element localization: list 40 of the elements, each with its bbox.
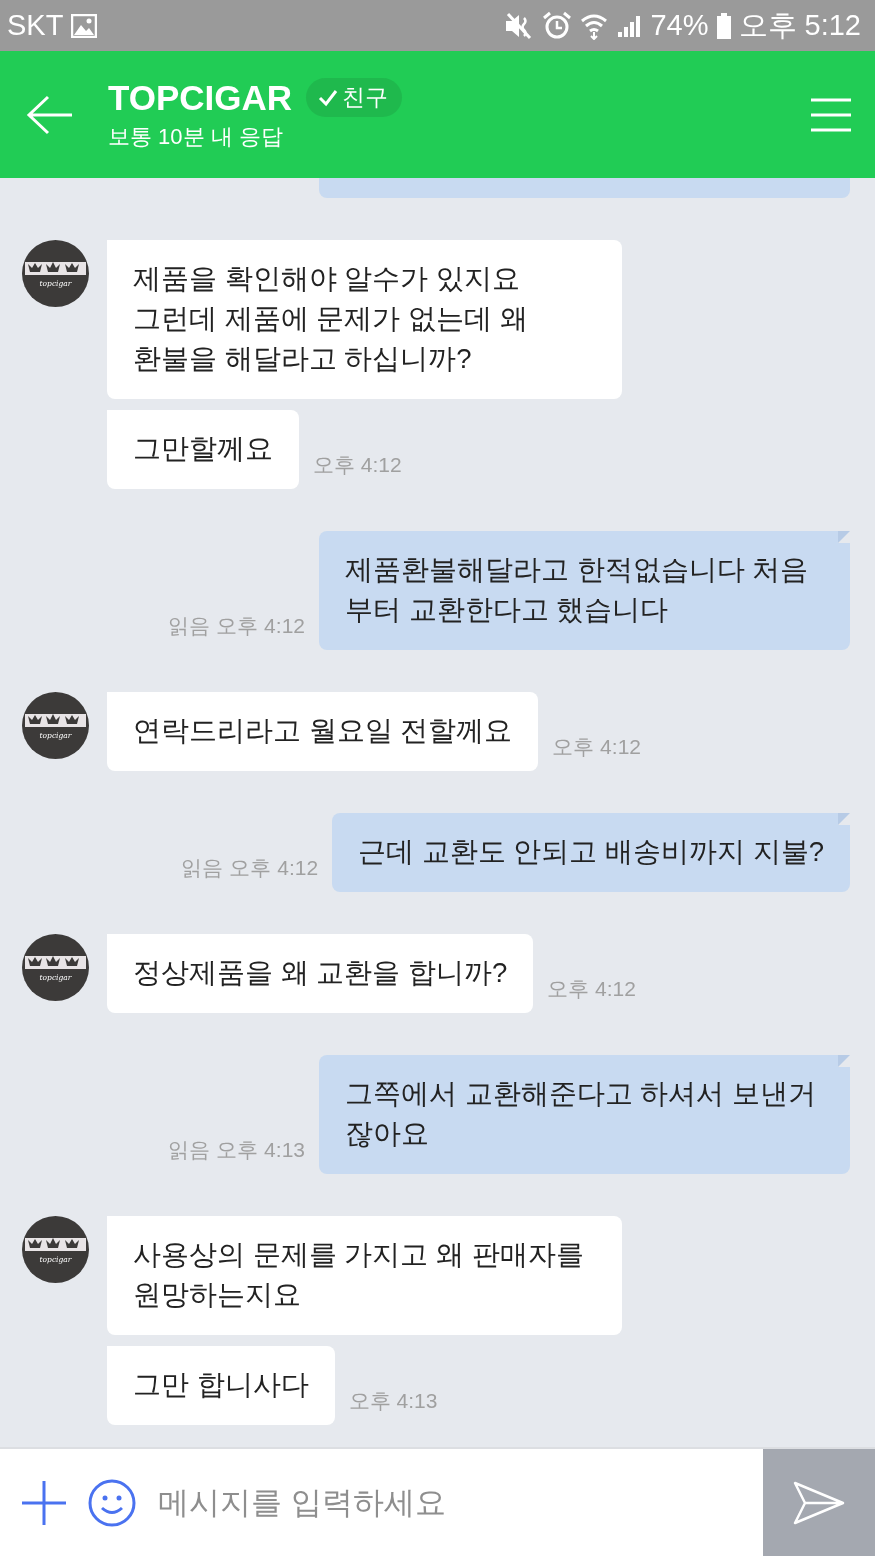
send-button[interactable]: [763, 1449, 875, 1556]
back-button[interactable]: [26, 94, 74, 135]
smiley-icon: [88, 1478, 136, 1527]
message-time: 오후 4:12: [547, 976, 636, 1002]
add-button[interactable]: [22, 1480, 66, 1525]
message-bubble: 근데 교환도 안되고 배송비까지 지불?: [332, 813, 850, 892]
chat-title: TOPCIGAR: [108, 77, 293, 118]
battery-icon: [716, 12, 731, 39]
message-time: 오후 4:13: [216, 1137, 305, 1163]
send-icon: [793, 1480, 845, 1525]
alarm-icon: [542, 10, 573, 41]
message-bubble: 연락드리라고 월요일 전할께요: [107, 692, 539, 771]
check-icon: [318, 88, 339, 107]
emoji-button[interactable]: [88, 1478, 136, 1527]
message-time: 오후 4:13: [348, 1388, 438, 1414]
back-arrow-icon: [26, 94, 74, 135]
read-receipt: 읽음: [181, 855, 224, 881]
message-time: 오후 4:12: [216, 613, 305, 639]
plus-icon: [22, 1480, 66, 1525]
message-bubble: 제품환불해달라고 한적없습니다 처음 부터 교환한다고 했습니다: [319, 531, 850, 650]
wifi-icon: [580, 11, 609, 40]
friend-badge: 친구: [306, 78, 403, 117]
message-bubble: 사용상의 문제를 가지고 왜 판매자를 원망하는지요: [107, 1216, 622, 1335]
message-time: 오후 4:12: [229, 855, 319, 881]
clock-time: 오후 5:12: [738, 7, 861, 43]
response-time: 보통 10분 내 응답: [108, 122, 284, 151]
message-bubble: 정상제품을 왜 교환을 합니까?: [107, 934, 534, 1013]
message-bubble: 제품을 확인해야 알수가 있지요 그런데 제품에 문제가 없는데 왜 환불을 해달라고 하십니까?: [107, 240, 622, 399]
image-icon: [71, 13, 98, 38]
menu-icon: [811, 97, 851, 132]
carrier-name: SKT: [7, 9, 64, 42]
read-receipt: 읽음: [168, 1137, 211, 1163]
message-time: 오후 4:12: [313, 452, 402, 478]
battery-percent: 74%: [650, 9, 709, 42]
menu-button[interactable]: [811, 97, 851, 132]
message-time: 오후 4:12: [552, 734, 641, 760]
message-bubble: 그쪽에서 교환해준다고 하셔서 보낸거 잖아요: [319, 1055, 850, 1174]
message-bubble: 그만할께요: [107, 410, 299, 489]
message-bubble: 그만 합니사다: [107, 1346, 335, 1425]
read-receipt: 읽음: [168, 613, 211, 639]
